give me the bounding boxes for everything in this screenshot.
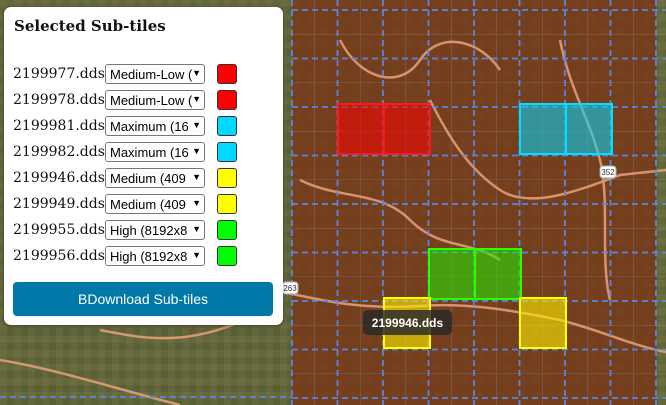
subtile-row: 2199977.dds Medium-Low (▼ [13, 64, 237, 84]
color-swatch[interactable] [217, 168, 237, 188]
quality-select[interactable]: High (8192x8 ▼ [105, 220, 205, 240]
quality-select[interactable]: Maximum (16 ▼ [105, 142, 205, 162]
tile-2199955[interactable] [428, 248, 476, 300]
subtile-filename: 2199955.dds [13, 222, 105, 238]
color-swatch[interactable] [217, 116, 237, 136]
color-swatch[interactable] [217, 64, 237, 84]
tile-2199956[interactable] [474, 248, 522, 300]
chevron-down-icon: ▼ [192, 146, 201, 156]
color-swatch[interactable] [217, 142, 237, 162]
color-swatch[interactable] [217, 246, 237, 266]
quality-select[interactable]: Medium-Low (▼ [105, 90, 205, 110]
road-label: 263 [283, 284, 297, 293]
chevron-down-icon: ▼ [192, 120, 201, 130]
chevron-down-icon: ▼ [192, 94, 201, 104]
quality-select-value: Medium (409 [110, 170, 186, 186]
tile-tooltip: 2199946.dds [363, 310, 452, 335]
quality-select-value: High (8192x8 [110, 248, 188, 264]
download-subtiles-button[interactable]: BDownload Sub-tiles [13, 282, 273, 316]
quality-select[interactable]: Medium (409 ▼ [105, 194, 205, 214]
tile-2199977[interactable] [337, 103, 385, 155]
subtile-filename: 2199946.dds [13, 170, 105, 186]
subtile-filename: 2199977.dds [13, 66, 105, 82]
road-label: 352 [601, 168, 615, 177]
chevron-down-icon: ▼ [192, 250, 201, 260]
quality-select-value: High (8192x8 [110, 222, 188, 238]
color-swatch[interactable] [217, 194, 237, 214]
subtile-row: 2199955.dds High (8192x8 ▼ [13, 220, 237, 240]
subtile-row: 2199982.dds Maximum (16 ▼ [13, 142, 237, 162]
subtile-row: 2199956.dds High (8192x8 ▼ [13, 246, 237, 266]
subtile-filename: 2199956.dds [13, 248, 105, 264]
quality-select-value: Medium (409 [110, 196, 186, 212]
quality-select-value: Medium-Low ( [110, 92, 193, 108]
chevron-down-icon: ▼ [192, 172, 201, 182]
quality-select-value: Medium-Low ( [110, 66, 193, 82]
road-shield-352: 352 [599, 165, 617, 179]
tile-2199982[interactable] [565, 103, 613, 155]
chevron-down-icon: ▼ [192, 198, 201, 208]
tile-2199978[interactable] [383, 103, 431, 155]
color-swatch[interactable] [217, 90, 237, 110]
chevron-down-icon: ▼ [192, 68, 201, 78]
subtile-filename: 2199981.dds [13, 118, 105, 134]
quality-select[interactable]: Medium (409 ▼ [105, 168, 205, 188]
subtile-row: 2199978.dds Medium-Low (▼ [13, 90, 237, 110]
quality-select[interactable]: Maximum (16 ▼ [105, 116, 205, 136]
quality-select[interactable]: Medium-Low (▼ [105, 64, 205, 84]
subtile-row: 2199981.dds Maximum (16 ▼ [13, 116, 237, 136]
subtile-row: 2199949.dds Medium (409 ▼ [13, 194, 237, 214]
subtile-row: 2199946.dds Medium (409 ▼ [13, 168, 237, 188]
quality-select-value: Maximum (16 [110, 144, 189, 160]
quality-select[interactable]: High (8192x8 ▼ [105, 246, 205, 266]
road-shield-263: 263 [281, 281, 299, 295]
quality-select-value: Maximum (16 [110, 118, 189, 134]
tile-2199981[interactable] [519, 103, 567, 155]
subtile-filename: 2199982.dds [13, 144, 105, 160]
color-swatch[interactable] [217, 220, 237, 240]
tile-2199949[interactable] [519, 297, 567, 349]
panel-title: Selected Sub-tiles [14, 17, 166, 35]
subtile-filename: 2199949.dds [13, 196, 105, 212]
selected-subtiles-panel: Selected Sub-tiles 2199977.dds Medium-Low… [4, 7, 283, 325]
subtile-filename: 2199978.dds [13, 92, 105, 108]
chevron-down-icon: ▼ [192, 224, 201, 234]
